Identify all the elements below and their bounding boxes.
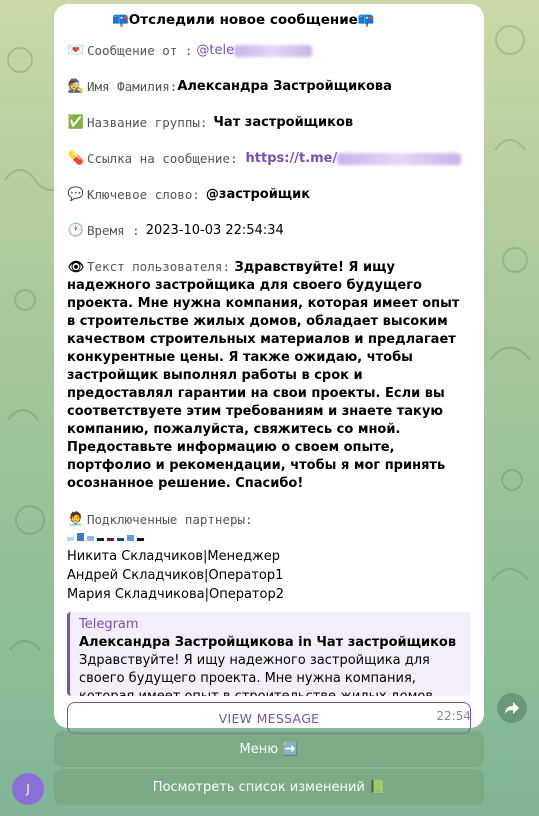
pill-icon: 💊 <box>67 151 85 166</box>
detective-icon: 🕵 <box>67 79 85 94</box>
avatar[interactable]: J <box>12 773 44 805</box>
link-preview[interactable]: Telegram Александра Застройщикова in Чат… <box>67 612 471 696</box>
forward-button[interactable] <box>497 693 527 723</box>
name-label: Имя Фамилия: <box>87 79 178 94</box>
group-value: Чат застройщиков <box>213 115 354 130</box>
preview-body: Здравствуйте! Я ищу надежного застройщик… <box>79 653 437 696</box>
message-time: 22:54 <box>436 709 471 723</box>
clock-icon: 🕐 <box>67 223 85 238</box>
text-label: Текст пользователя: <box>87 259 230 274</box>
partner-item: Андрей Складчиков|Оператор1 <box>67 568 284 583</box>
changes-list-button[interactable]: Посмотреть список изменений 📗 <box>54 769 484 805</box>
keyword-value: @застройщик <box>205 187 311 202</box>
redacted-emoji-row <box>67 531 471 541</box>
user-text-block: 👁 Текст пользователя: Здравствуйте! Я ищу… <box>67 258 471 493</box>
check-mark-icon: ✅ <box>67 115 85 130</box>
time-value: 2023-10-03 22:54:34 <box>145 223 284 238</box>
group-line: ✅ Название группы: Чат застройщиков <box>67 114 471 132</box>
partner-item: Мария Складчикова|Оператор2 <box>67 587 284 602</box>
time-line: 🕐 Время : 2023-10-03 22:54:34 <box>67 222 471 240</box>
sender-username[interactable]: @tele <box>196 42 313 60</box>
sender-line: 💌 Сообщение от : @tele <box>67 42 471 60</box>
message-title: 📪Отследили новое сообщение📪 <box>112 12 375 28</box>
preview-title: Александра Застройщикова in Чат застройщ… <box>79 635 457 650</box>
menu-button[interactable]: Меню ➡️ <box>54 731 484 767</box>
partners-list: Никита Складчиков|Менеджер Андрей Складч… <box>67 547 471 604</box>
message-bubble: 📪Отследили новое сообщение📪 💌 Сообщение … <box>54 4 484 734</box>
time-label: Время : <box>87 223 140 238</box>
name-value: Александра Застройщикова <box>177 79 392 94</box>
keyword-line: 💬 Ключевое слово: @застройщик <box>67 186 471 204</box>
office-worker-icon: 🧑‍💼 <box>67 512 85 527</box>
partner-item: Никита Складчиков|Менеджер <box>67 549 281 564</box>
view-message-button[interactable]: VIEW MESSAGE <box>67 702 471 734</box>
user-text: Здравствуйте! Я ищу надежного застройщик… <box>67 260 460 491</box>
forward-arrow-icon <box>505 702 519 714</box>
partners-label: Подключенные партнеры: <box>87 512 253 527</box>
sender-label: Сообщение от : <box>87 43 193 58</box>
speech-bubble-icon: 💬 <box>67 187 85 202</box>
eye-icon: 👁 <box>67 260 85 275</box>
group-label: Название группы: <box>87 115 208 130</box>
link-line: 💊 Ссылка на сообщение: https://t.me/ <box>67 150 471 168</box>
partners-line: 🧑‍💼 Подключенные партнеры: <box>67 511 471 529</box>
keyword-label: Ключевое слово: <box>87 187 200 202</box>
name-line: 🕵 Имя Фамилия: Александра Застройщикова <box>67 78 471 96</box>
love-letter-icon: 💌 <box>67 43 85 58</box>
message-link[interactable]: https://t.me/ <box>246 150 462 168</box>
preview-source: Telegram <box>79 617 139 632</box>
link-label: Ссылка на сообщение: <box>87 151 238 166</box>
